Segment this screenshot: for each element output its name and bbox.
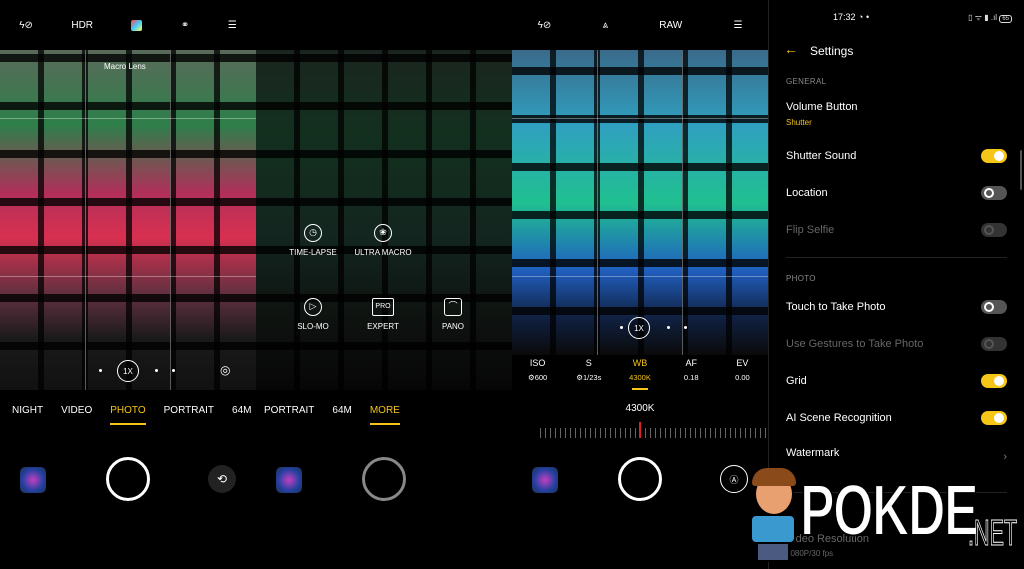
mascot-logo	[742, 468, 804, 563]
flip-selfie-setting: Flip Selfie	[786, 223, 1007, 237]
shutter-button[interactable]	[362, 457, 406, 501]
flash-auto-icon[interactable]: ϟ⊘	[19, 20, 33, 31]
iso-param[interactable]: ISO ⚙600	[512, 358, 563, 390]
metering-icon[interactable]: ⩓	[602, 20, 608, 31]
grid-toggle[interactable]	[981, 374, 1007, 388]
macro-icon: ❀	[374, 224, 392, 242]
status-icons: ▯ ᯤ ▮ .ıl 65	[968, 12, 1012, 23]
viewfinder[interactable]: 1X	[512, 50, 768, 355]
mode-video[interactable]: VIDEO	[61, 405, 92, 425]
mode-64m[interactable]: 64M	[332, 405, 351, 425]
pokde-logo: POKDE	[799, 470, 979, 552]
pro-parameters: ISO ⚙600 S ⚙1/23s WB 4300K AF 0.18 EV 0.00	[512, 358, 768, 390]
mode-night[interactable]: NIGHT	[12, 405, 43, 425]
wb-readout: 4300K	[625, 403, 655, 414]
pokde-logo-tld: .NET	[968, 512, 1018, 554]
gallery-thumbnail[interactable]	[20, 467, 46, 493]
camera-top-bar: ϟ⊘ ⩓ RAW ☰	[512, 0, 768, 50]
shutter-speed-param[interactable]: S ⚙1/23s	[563, 358, 614, 390]
touch-to-take-photo-setting[interactable]: Touch to Take Photo	[786, 300, 1007, 314]
mode-64m[interactable]: 64M	[232, 405, 251, 425]
location-toggle[interactable]	[981, 186, 1007, 200]
lens-switch-icon[interactable]: ◎	[220, 363, 230, 377]
scrollbar[interactable]	[1020, 150, 1022, 190]
keyboard-preview	[512, 50, 768, 355]
slo-mo-mode[interactable]: ▷ SLO-MO	[278, 298, 348, 331]
camera-photo-mode-panel: ϟ⊘ HDR ⚭ ☰ Macro Lens 1X ◎ NIGHT VIDEO P…	[0, 0, 256, 569]
flip-selfie-toggle	[981, 223, 1007, 237]
watermark-setting[interactable]: Watermark ›	[786, 447, 1007, 463]
pano-mode[interactable]: ⌒ PANO	[418, 298, 488, 331]
location-setting[interactable]: Location	[786, 186, 1007, 200]
mode-photo[interactable]: PHOTO	[110, 405, 146, 425]
back-arrow-icon[interactable]: ←	[784, 41, 798, 57]
time-lapse-mode[interactable]: ◷ TIME-LAPSE	[278, 224, 348, 257]
wb-slider[interactable]	[540, 428, 766, 438]
status-time: 17:32 ◔ •	[833, 12, 870, 22]
ai-scene-setting[interactable]: AI Scene Recognition	[786, 411, 1007, 425]
wb-slider-marker	[639, 422, 641, 438]
timelapse-icon: ◷	[304, 224, 322, 242]
gallery-thumbnail[interactable]	[276, 467, 302, 493]
mode-selector[interactable]: NIGHT VIDEO PHOTO PORTRAIT 64M	[0, 405, 256, 425]
ultra-macro-mode[interactable]: ❀ ULTRA MACRO	[348, 224, 418, 257]
zoom-button[interactable]: 1X	[117, 360, 139, 382]
expert-mode[interactable]: PRO EXPERT	[348, 298, 418, 331]
gestures-toggle	[981, 337, 1007, 351]
gallery-thumbnail[interactable]	[532, 467, 558, 493]
shutter-button[interactable]	[618, 457, 662, 501]
switch-camera-icon[interactable]: ⟲	[208, 465, 236, 493]
ai-scene-toggle[interactable]	[981, 411, 1007, 425]
viewfinder[interactable]: Macro Lens 1X ◎	[0, 50, 256, 390]
slomo-icon: ▷	[304, 298, 322, 316]
volume-button-setting[interactable]: Volume Button Shutter	[786, 101, 1007, 127]
zoom-button[interactable]: 1X	[628, 317, 650, 339]
mode-portrait[interactable]: PORTRAIT	[164, 405, 214, 425]
chevron-right-icon: ›	[1003, 451, 1007, 463]
shutter-sound-setting[interactable]: Shutter Sound	[786, 149, 1007, 163]
shutter-button[interactable]	[106, 457, 150, 501]
ev-param[interactable]: EV 0.00	[717, 358, 768, 390]
filter-icon[interactable]	[131, 19, 143, 31]
grid-setting[interactable]: Grid	[786, 374, 1007, 388]
gestures-setting: Use Gestures to Take Photo	[786, 337, 1007, 351]
flash-auto-icon[interactable]: ϟ⊘	[538, 20, 552, 31]
af-param[interactable]: AF 0.18	[666, 358, 717, 390]
pano-icon: ⌒	[444, 298, 462, 316]
hdr-button[interactable]: HDR	[71, 20, 93, 31]
camera-expert-mode-panel: ϟ⊘ ⩓ RAW ☰ 1X ISO ⚙600 S ⚙1/23s WB 4300K AF…	[512, 0, 768, 569]
mode-portrait[interactable]: PORTRAIT	[264, 405, 314, 425]
keyboard-preview	[0, 50, 256, 390]
viewfinder[interactable]: ◷ TIME-LAPSE ❀ ULTRA MACRO ▷ SLO-MO PRO EXPE…	[256, 50, 512, 390]
section-general: GENERAL	[786, 77, 827, 86]
camera-more-mode-panel: ◷ TIME-LAPSE ❀ ULTRA MACRO ▷ SLO-MO PRO EXPE…	[256, 0, 512, 569]
mode-more[interactable]: MORE	[369, 405, 400, 425]
camera-top-bar: ϟ⊘ HDR ⚭ ☰	[0, 0, 256, 50]
menu-icon[interactable]: ☰	[733, 20, 742, 31]
menu-icon[interactable]: ☰	[228, 20, 237, 31]
shutter-sound-toggle[interactable]	[981, 149, 1007, 163]
lens-label: Macro Lens	[104, 62, 146, 71]
pro-icon: PRO	[372, 298, 394, 316]
battery-icon: 65	[999, 15, 1012, 23]
beauty-icon[interactable]: ⚭	[181, 20, 189, 31]
touch-photo-toggle[interactable]	[981, 300, 1007, 314]
wb-param[interactable]: WB 4300K	[614, 358, 665, 390]
mode-selector[interactable]: PORTRAIT 64M MORE	[256, 405, 512, 425]
section-photo: PHOTO	[786, 274, 816, 283]
raw-button[interactable]: RAW	[659, 20, 682, 31]
page-title: Settings	[810, 44, 854, 58]
